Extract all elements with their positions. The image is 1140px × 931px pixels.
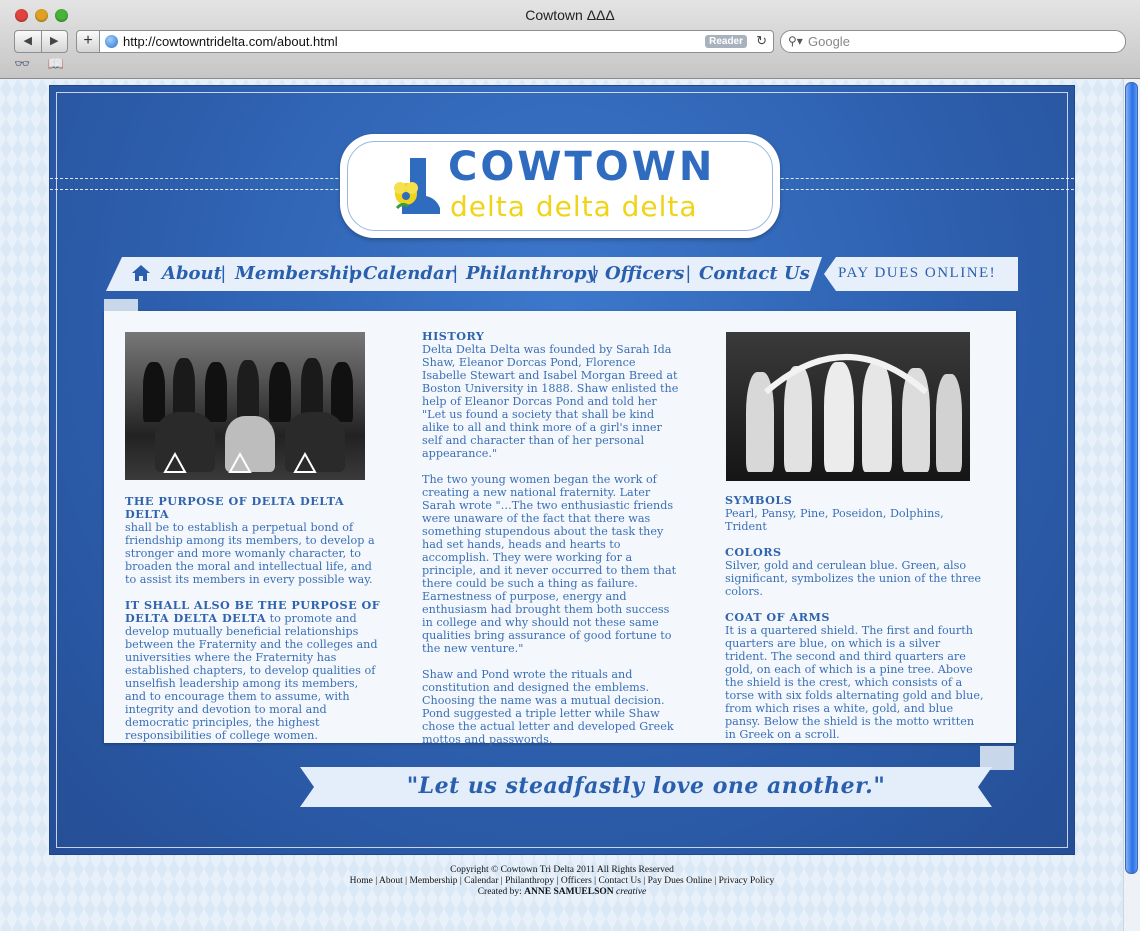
purpose-text-2: to promote and develop mutually benefici… — [125, 612, 378, 742]
history-heading: HISTORY — [422, 329, 485, 343]
footer-link-calendar[interactable]: Calendar — [464, 876, 498, 886]
reader-button[interactable]: Reader — [705, 35, 747, 48]
address-bar[interactable]: http://cowtowntridelta.com/about.html Re… — [99, 30, 774, 53]
nav-about[interactable]: About — [162, 263, 222, 284]
search-icon: ⚲▾ — [788, 34, 803, 48]
window-title: Cowtown ΔΔΔ — [525, 7, 615, 23]
triangle-marks — [163, 451, 317, 473]
colors-text: Silver, gold and cerulean blue. Green, a… — [725, 559, 981, 598]
content-card: THE PURPOSE OF DELTA DELTA DELTA shall b… — [104, 299, 1016, 746]
copyright: Copyright © Cowtown Tri Delta 2011 All R… — [450, 865, 674, 875]
history-text-2: The two young women began the work of cr… — [422, 473, 677, 655]
nav-separator: | — [453, 263, 458, 283]
pay-dues-button[interactable]: PAY DUES ONLINE! — [824, 257, 1018, 291]
reload-icon[interactable]: ↻ — [756, 33, 767, 49]
credit-name[interactable]: ANNE SAMUELSON — [524, 887, 613, 897]
coat-of-arms-text: It is a quartered shield. The first and … — [725, 624, 984, 741]
home-icon[interactable] — [132, 265, 150, 281]
symbols-text: Pearl, Pansy, Pine, Poseidon, Dolphins, … — [725, 507, 944, 533]
logo-delta-text: delta delta delta — [450, 190, 698, 223]
scrollbar-thumb[interactable] — [1125, 82, 1138, 874]
nav-philanthropy[interactable]: Philanthropy — [466, 263, 597, 284]
bookmarks-bar: 👓 📖 — [14, 56, 78, 72]
search-placeholder: Google — [808, 34, 850, 49]
purpose-column: THE PURPOSE OF DELTA DELTA DELTA shall b… — [125, 494, 381, 743]
back-forward-group: ◀ ▶ — [14, 30, 68, 53]
nav-calendar[interactable]: Calendar — [363, 263, 454, 284]
footer-link-home[interactable]: Home — [350, 876, 373, 886]
site-footer: Copyright © Cowtown Tri Delta 2011 All R… — [0, 865, 1124, 898]
history-text-3: Shaw and Pond wrote the rituals and cons… — [422, 668, 674, 746]
footer-link-about[interactable]: About — [379, 876, 403, 886]
nav-separator: | — [686, 263, 691, 283]
boot-pansy-icon — [394, 158, 440, 214]
browser-chrome: Cowtown ΔΔΔ ◀ ▶ + http://cowtowntridelta… — [0, 0, 1140, 79]
banner-tab — [980, 746, 1014, 770]
nav-membership[interactable]: Membership — [235, 263, 362, 284]
credit-suffix: creative — [613, 887, 647, 897]
footer-link-philanthropy[interactable]: Philanthropy — [505, 876, 554, 886]
main-panel: COWTOWN delta delta delta About | Member… — [50, 86, 1074, 854]
add-bookmark-button[interactable]: + — [76, 30, 100, 53]
nav-separator: | — [349, 263, 354, 283]
history-column: HISTORY Delta Delta Delta was founded by… — [422, 330, 680, 759]
footer-link-contact-us[interactable]: Contact Us — [598, 876, 640, 886]
credit-line: Created by: ANNE SAMUELSON creative — [0, 887, 1124, 898]
history-text-1: Delta Delta Delta was founded by Sarah I… — [422, 343, 679, 460]
back-button[interactable]: ◀ — [15, 31, 42, 52]
nav-separator: | — [592, 263, 597, 283]
page-viewport: COWTOWN delta delta delta About | Member… — [0, 79, 1140, 931]
globe-icon — [105, 35, 118, 48]
footer-link-membership[interactable]: Membership — [409, 876, 457, 886]
footer-links: Home | About | Membership | Calendar | P… — [349, 876, 775, 886]
purpose-text: shall be to establish a perpetual bond o… — [125, 521, 375, 586]
colors-heading: COLORS — [725, 545, 782, 559]
coat-of-arms-heading: COAT OF ARMS — [725, 610, 830, 624]
symbols-heading: SYMBOLS — [725, 493, 793, 507]
nav-officers[interactable]: Officers — [605, 263, 684, 284]
nav-contact-us[interactable]: Contact Us — [699, 263, 810, 284]
logo-cowtown-text: COWTOWN — [448, 144, 716, 190]
purpose-heading: THE PURPOSE OF DELTA DELTA DELTA — [125, 494, 345, 521]
founders-photo — [125, 332, 365, 480]
reading-list-icon[interactable]: 👓 — [14, 56, 30, 71]
url-text[interactable]: http://cowtowntridelta.com/about.html — [123, 34, 338, 49]
footer-link-officers[interactable]: Officers — [561, 876, 592, 886]
bookmarks-icon[interactable]: 📖 — [48, 56, 64, 71]
site-logo[interactable]: COWTOWN delta delta delta — [340, 134, 780, 238]
pay-dues-label: PAY DUES ONLINE! — [838, 265, 997, 281]
motto-banner: "Let us steadfastly love one another." — [300, 767, 992, 807]
footer-link-pay-dues[interactable]: Pay Dues Online — [648, 876, 712, 886]
credit-prefix: Created by: — [477, 887, 525, 897]
search-field[interactable]: ⚲▾ Google — [780, 30, 1126, 53]
main-nav: About | Membership | Calendar | Philanth… — [106, 257, 822, 291]
nav-separator: | — [221, 263, 226, 283]
symbols-column: SYMBOLS Pearl, Pansy, Pine, Poseidon, Do… — [725, 494, 985, 754]
forward-button[interactable]: ▶ — [42, 31, 68, 52]
ceremony-photo — [726, 332, 970, 481]
motto-text: "Let us steadfastly love one another." — [406, 773, 886, 799]
footer-link-privacy[interactable]: Privacy Policy — [719, 876, 775, 886]
